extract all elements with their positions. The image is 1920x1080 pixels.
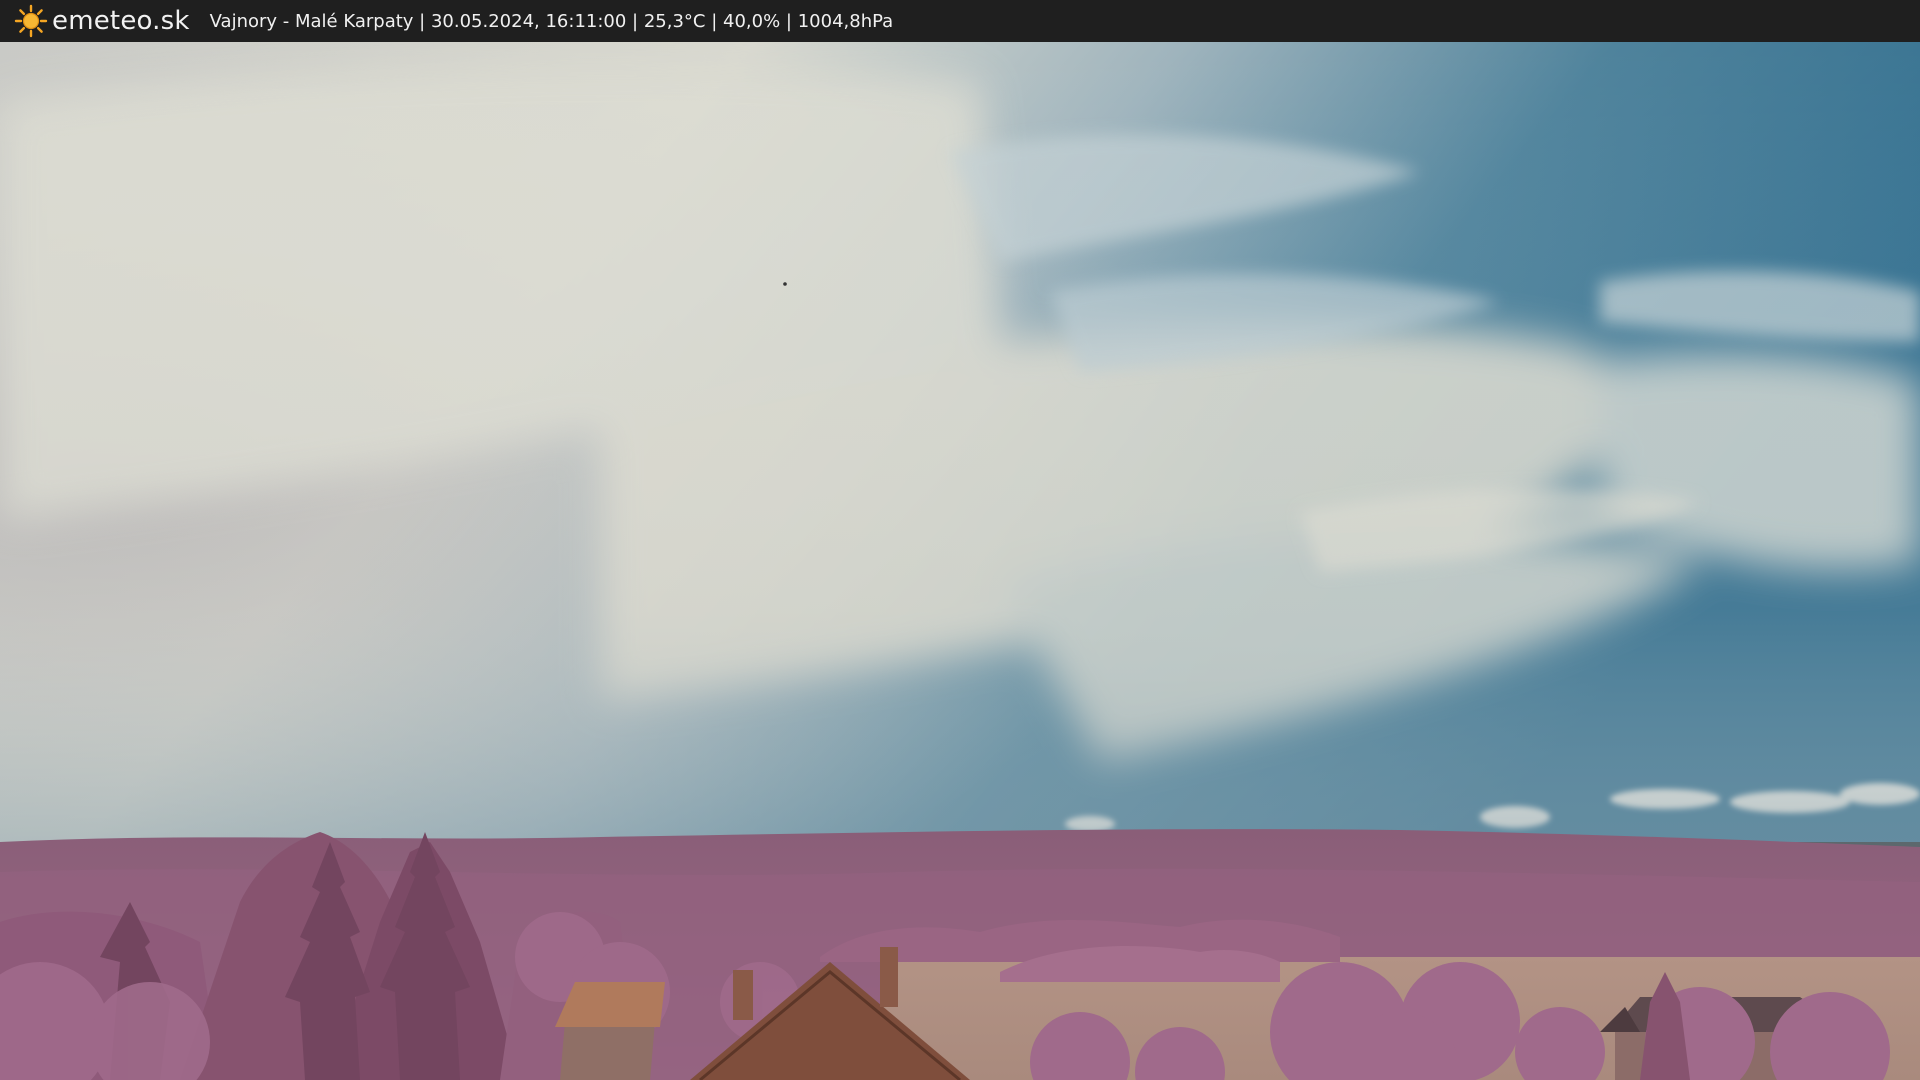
sun-icon — [14, 4, 48, 38]
top-info-bar: emeteo.sk Vajnory - Malé Karpaty | 30.05… — [0, 0, 1920, 42]
observation-datetime: 30.05.2024, 16:11:00 — [430, 10, 627, 32]
separator: | — [413, 10, 431, 32]
station-location: Vajnory - Malé Karpaty — [209, 10, 414, 32]
separator: | — [780, 10, 798, 32]
webcam-image — [0, 42, 1920, 1080]
brand-name: emeteo.sk — [52, 6, 190, 36]
brand-logo[interactable]: emeteo.sk — [14, 0, 190, 42]
separator: | — [705, 10, 724, 32]
humidity-value: 40,0% — [723, 10, 781, 32]
temperature-value: 25,3°C — [643, 10, 706, 32]
separator: | — [626, 10, 644, 32]
station-caption: Vajnory - Malé Karpaty | 30.05.2024, 16:… — [210, 11, 894, 32]
webcam-frame: emeteo.sk Vajnory - Malé Karpaty | 30.05… — [0, 0, 1920, 1080]
pressure-value: 1004,8hPa — [797, 10, 894, 32]
house-left — [555, 982, 665, 1080]
